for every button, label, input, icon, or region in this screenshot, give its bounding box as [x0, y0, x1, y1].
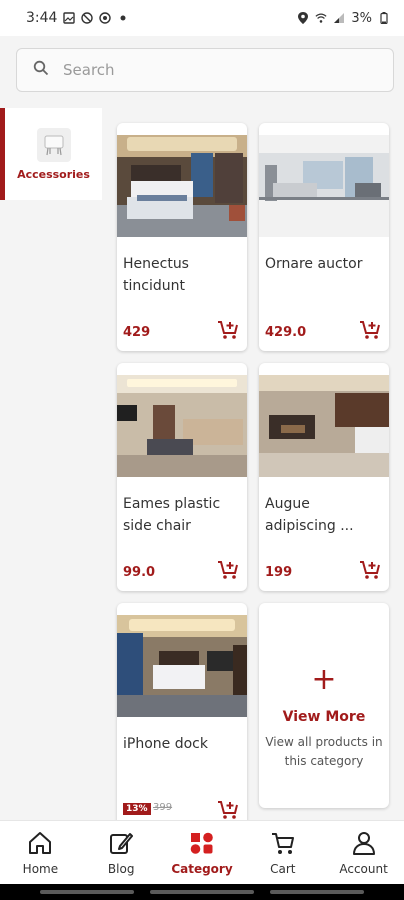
wifi-icon — [315, 12, 327, 24]
battery-icon — [378, 12, 390, 24]
product-card[interactable]: Ornare auctor 429.0 — [259, 123, 389, 351]
product-name: Augue adipiscing ... — [265, 496, 354, 534]
nav-cart[interactable]: Cart — [242, 821, 323, 884]
location-icon — [297, 12, 309, 24]
cart-icon — [271, 832, 294, 854]
add-to-cart-icon[interactable] — [217, 559, 239, 581]
nav-category-label: Category — [171, 861, 233, 876]
dot-icon — [117, 12, 129, 24]
search-area — [0, 36, 404, 108]
settings-notification-icon — [99, 12, 112, 24]
product-card[interactable]: Eames plastic side chair 99.0 — [117, 363, 247, 591]
sidebar-item-accessories[interactable]: Accessories — [0, 108, 102, 200]
gesture-pill[interactable] — [150, 890, 254, 894]
product-card[interactable]: Henectus tincidunt 429 — [117, 123, 247, 351]
battery-percent: 3% — [351, 10, 372, 26]
product-image — [117, 375, 247, 477]
product-grid: Henectus tincidunt 429 Ornare auctor 429… — [102, 108, 404, 820]
search-input[interactable] — [63, 61, 363, 79]
search-box[interactable] — [16, 48, 394, 92]
view-more-title: View More — [282, 709, 366, 725]
sidebar-item-label: Accessories — [17, 167, 90, 181]
add-to-cart-icon[interactable] — [359, 319, 381, 341]
nav-category[interactable]: Category — [162, 821, 243, 884]
signal-icon — [333, 12, 345, 24]
nav-cart-label: Cart — [270, 861, 296, 876]
nav-account[interactable]: Account — [323, 821, 404, 884]
discount-badge: 13% — [123, 803, 151, 815]
product-price: 429.0 — [265, 325, 307, 340]
product-name: Ornare auctor — [265, 256, 363, 272]
plus-icon: + — [311, 662, 337, 697]
product-image — [259, 135, 389, 237]
gallery-notification-icon — [63, 12, 76, 24]
gesture-pill — [40, 890, 134, 894]
nav-account-label: Account — [339, 861, 388, 876]
product-image — [117, 135, 247, 237]
account-icon — [352, 831, 375, 855]
bottom-navigation: Home Blog Category Cart Account — [0, 820, 404, 884]
category-sidebar: Accessories — [0, 108, 102, 820]
product-card[interactable]: iPhone dock 13% 399 — [117, 603, 247, 820]
search-icon — [33, 60, 49, 80]
nav-home-label: Home — [22, 861, 59, 876]
product-name: iPhone dock — [123, 736, 208, 752]
accessories-thumbnail — [36, 127, 71, 162]
old-price: 399 — [153, 802, 173, 813]
nav-home[interactable]: Home — [0, 821, 81, 884]
product-price: 99.0 — [123, 565, 156, 580]
home-icon — [29, 831, 52, 854]
no-sim-icon — [81, 12, 94, 24]
product-image — [117, 615, 247, 717]
blog-edit-icon — [110, 832, 134, 854]
product-image — [259, 375, 389, 477]
product-price: 199 — [265, 565, 293, 580]
category-grid-icon — [190, 832, 213, 854]
system-gesture-bar — [0, 884, 404, 900]
product-name: Henectus tincidunt — [123, 256, 189, 294]
nav-blog-label: Blog — [107, 861, 135, 876]
view-more-card[interactable]: + View More View all products in this ca… — [259, 603, 389, 808]
nav-blog[interactable]: Blog — [81, 821, 162, 884]
gesture-pill — [270, 890, 364, 894]
product-card[interactable]: Augue adipiscing ... 199 — [259, 363, 389, 591]
add-to-cart-icon[interactable] — [359, 559, 381, 581]
add-to-cart-icon[interactable] — [217, 319, 239, 341]
product-price: 429 — [123, 325, 151, 340]
view-more-subtitle: View all products in this category — [265, 735, 383, 768]
status-bar: 3:44 3% — [0, 0, 404, 36]
product-name: Eames plastic side chair — [123, 496, 221, 534]
add-to-cart-icon[interactable] — [217, 799, 239, 820]
status-time: 3:44 — [26, 10, 58, 26]
